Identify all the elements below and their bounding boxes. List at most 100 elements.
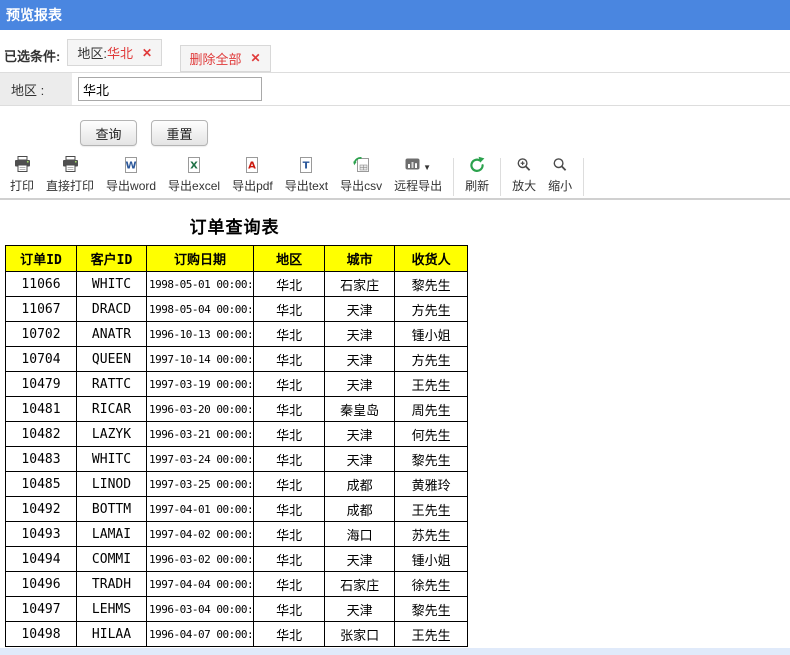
table-row: 10493LAMAI1997-04-02 00:00:华北海口苏先生 (6, 522, 468, 547)
table-cell: RATTC (77, 372, 147, 397)
table-cell: HILAA (77, 622, 147, 647)
toolbar-item-zoom-out[interactable]: 缩小 (548, 158, 572, 194)
reset-button[interactable]: 重置 (151, 120, 208, 146)
table-cell: 1996-03-20 00:00: (147, 397, 254, 422)
table-cell: 张家口 (325, 622, 395, 647)
selected-conditions-label: 已选条件: (4, 46, 60, 65)
table-row: 10704QUEEN1997-10-14 00:00:华北天津方先生 (6, 347, 468, 372)
table-cell: 天津 (325, 597, 395, 622)
toolbar-item-label: 刷新 (465, 177, 489, 194)
header-row: 订单ID客户ID订购日期地区城市收货人 (6, 246, 468, 272)
toolbar-separator (583, 158, 584, 196)
filter-tag[interactable]: 地区: 华北 ✕ (67, 39, 162, 66)
table-cell: LINOD (77, 472, 147, 497)
table-cell: 黎先生 (395, 447, 468, 472)
table-cell: 锺小姐 (395, 547, 468, 572)
close-icon[interactable]: ✕ (251, 52, 261, 64)
table-cell: 1996-03-04 00:00: (147, 597, 254, 622)
table-cell: TRADH (77, 572, 147, 597)
header-cell: 客户ID (77, 246, 147, 272)
table-cell: 天津 (325, 322, 395, 347)
toolbar-item-export-text[interactable]: T 导出text (285, 158, 328, 194)
table-cell: 石家庄 (325, 272, 395, 297)
table-cell: 天津 (325, 447, 395, 472)
toolbar-item-zoom-in[interactable]: 放大 (512, 158, 536, 194)
toolbar-item-export-excel[interactable]: X 导出excel (168, 158, 220, 194)
table-cell: LEHMS (77, 597, 147, 622)
filter-tag-prefix: 地区: (77, 43, 107, 62)
toolbar-item-label: 缩小 (548, 177, 572, 194)
table-cell: 锺小姐 (395, 322, 468, 347)
toolbar-item-export-pdf[interactable]: A 导出pdf (232, 158, 273, 194)
page-title: 预览报表 (0, 0, 790, 30)
table-cell: 11067 (6, 297, 77, 322)
zoom-in-icon (516, 157, 532, 178)
table-cell: 华北 (254, 422, 325, 447)
table-cell: 成都 (325, 472, 395, 497)
table-row: 10492BOTTM1997-04-01 00:00:华北成都王先生 (6, 497, 468, 522)
table-cell: 徐先生 (395, 572, 468, 597)
table-cell: 天津 (325, 347, 395, 372)
table-cell: 华北 (254, 622, 325, 647)
table-cell: 石家庄 (325, 572, 395, 597)
table-row: 10498HILAA1996-04-07 00:00:华北张家口王先生 (6, 622, 468, 647)
table-cell: 华北 (254, 522, 325, 547)
table-row: 10483WHITC1997-03-24 00:00:华北天津黎先生 (6, 447, 468, 472)
table-cell: 10479 (6, 372, 77, 397)
svg-text:T: T (303, 160, 310, 171)
table-cell: 方先生 (395, 297, 468, 322)
word-doc-icon: W (123, 157, 139, 178)
toolbar-separator (500, 158, 501, 196)
remote-export-icon (405, 158, 420, 176)
table-row: 10479RATTC1997-03-19 00:00:华北天津王先生 (6, 372, 468, 397)
toolbar-item-label: 放大 (512, 177, 536, 194)
table-row: 11067DRACD1998-05-04 00:00:华北天津方先生 (6, 297, 468, 322)
filter-tag[interactable]: 删除全部 ✕ (180, 45, 271, 72)
filter-tag-value: 华北 (107, 43, 133, 62)
table-cell: 成都 (325, 497, 395, 522)
toolbar-item-export-csv[interactable]: 导出csv (340, 158, 382, 194)
table-cell: 华北 (254, 497, 325, 522)
table-cell: 1997-04-01 00:00: (147, 497, 254, 522)
toolbar-separator (453, 158, 454, 196)
table-cell: 华北 (254, 572, 325, 597)
table-cell: 1997-10-14 00:00: (147, 347, 254, 372)
table-cell: WHITC (77, 272, 147, 297)
region-input[interactable] (78, 77, 262, 101)
svg-text:W: W (126, 160, 137, 171)
table-cell: QUEEN (77, 347, 147, 372)
table-cell: 10496 (6, 572, 77, 597)
printer-icon (14, 156, 31, 178)
table-cell: 方先生 (395, 347, 468, 372)
toolbar-item-direct-print[interactable]: 直接打印 (46, 158, 94, 194)
table-cell: 10702 (6, 322, 77, 347)
table-cell: 华北 (254, 297, 325, 322)
toolbar-item-print[interactable]: 打印 (10, 158, 34, 194)
table-cell: 华北 (254, 322, 325, 347)
toolbar-item-label: 直接打印 (46, 177, 94, 194)
table-cell: 10494 (6, 547, 77, 572)
table-cell: 华北 (254, 472, 325, 497)
toolbar-item-refresh[interactable]: 刷新 (465, 158, 489, 194)
order-table: 订单ID客户ID订购日期地区城市收货人 11066WHITC1998-05-01… (5, 245, 468, 647)
table-cell: 华北 (254, 397, 325, 422)
table-cell: 11066 (6, 272, 77, 297)
table-cell: 华北 (254, 272, 325, 297)
toolbar-item-export-word[interactable]: W 导出word (106, 158, 156, 194)
table-cell: 黎先生 (395, 272, 468, 297)
text-doc-icon: T (298, 157, 314, 178)
close-icon[interactable]: ✕ (142, 47, 152, 59)
excel-doc-icon: X (186, 157, 202, 178)
toolbar-item-label: 导出excel (168, 177, 220, 194)
table-row: 10494COMMI1996-03-02 00:00:华北天津锺小姐 (6, 547, 468, 572)
toolbar-item-remote-export[interactable]: ▼ 远程导出 (394, 158, 442, 194)
pdf-doc-icon: A (244, 157, 260, 178)
table-cell: COMMI (77, 547, 147, 572)
header-cell: 订购日期 (147, 246, 254, 272)
selected-conditions-bar: 已选条件: 地区: 华北 ✕ 删除全部 ✕ (4, 39, 284, 72)
table-cell: RICAR (77, 397, 147, 422)
query-button[interactable]: 查询 (80, 120, 137, 146)
table-cell: LAMAI (77, 522, 147, 547)
table-cell: 10704 (6, 347, 77, 372)
table-cell: 苏先生 (395, 522, 468, 547)
